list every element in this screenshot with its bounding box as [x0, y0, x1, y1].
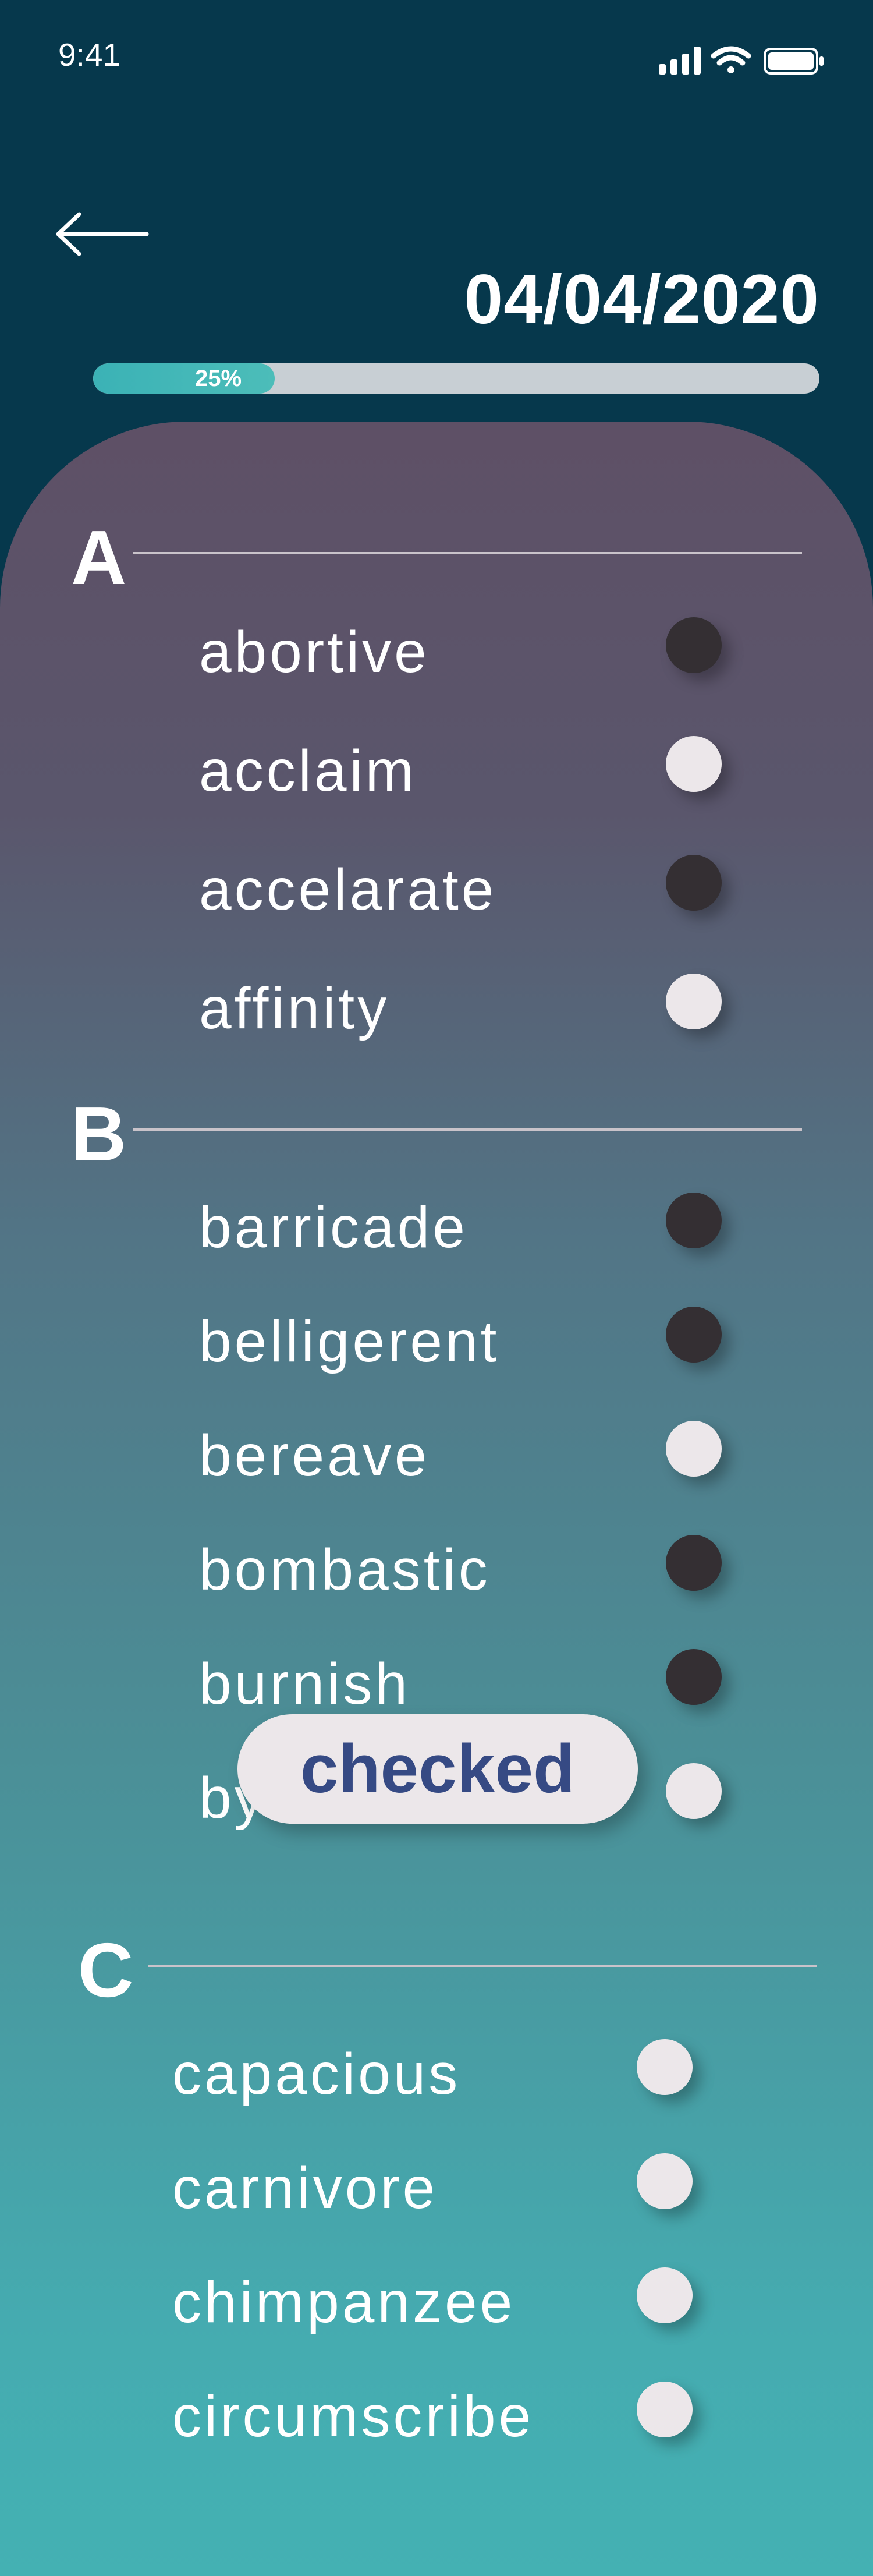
word-label: burnish	[199, 1651, 410, 1717]
status-dot[interactable]	[637, 2267, 693, 2323]
word-list-panel: A abortive acclaim accelarate affinity B…	[0, 422, 873, 2576]
word-label: affinity	[199, 976, 390, 1041]
date-title: 04/04/2020	[464, 260, 819, 338]
toast-label: checked	[300, 1731, 576, 1807]
status-dot[interactable]	[637, 2153, 693, 2209]
status-dot[interactable]	[666, 1307, 722, 1363]
progress-label: 25%	[195, 366, 242, 391]
status-dot[interactable]	[666, 617, 722, 673]
wifi-icon	[711, 46, 751, 73]
status-dot[interactable]	[666, 974, 722, 1029]
word-label: accelarate	[199, 857, 497, 922]
section-divider-c	[148, 1965, 817, 1967]
word-label: circumscribe	[172, 2384, 534, 2449]
status-time: 9:41	[58, 37, 121, 73]
back-arrow-icon[interactable]	[54, 211, 152, 257]
cellular-signal-icon	[659, 47, 701, 75]
section-letter-a: A	[71, 515, 127, 600]
status-dot[interactable]	[666, 1535, 722, 1591]
word-label: bereave	[199, 1423, 430, 1488]
word-label: barricade	[199, 1195, 468, 1260]
section-divider-a	[133, 552, 802, 554]
section-letter-b: B	[71, 1091, 127, 1177]
word-label: capacious	[172, 2041, 461, 2107]
status-dot[interactable]	[637, 2382, 693, 2437]
word-label: belligerent	[199, 1309, 500, 1374]
status-dot[interactable]	[666, 1649, 722, 1705]
status-dot[interactable]	[666, 1763, 722, 1819]
status-icons	[659, 46, 824, 75]
status-dot[interactable]	[666, 1421, 722, 1477]
word-label: abortive	[199, 620, 430, 685]
battery-icon	[764, 48, 824, 75]
section-letter-c: C	[78, 1927, 134, 2013]
status-dot[interactable]	[666, 736, 722, 792]
checked-toast: checked	[237, 1714, 638, 1824]
word-label: acclaim	[199, 738, 417, 804]
word-label: chimpanzee	[172, 2270, 516, 2335]
word-label: bombastic	[199, 1537, 491, 1602]
section-divider-b	[133, 1128, 802, 1131]
status-dot[interactable]	[666, 855, 722, 911]
progress-fill	[93, 363, 275, 394]
word-label: carnivore	[172, 2156, 438, 2221]
status-dot[interactable]	[666, 1193, 722, 1248]
status-dot[interactable]	[637, 2039, 693, 2095]
